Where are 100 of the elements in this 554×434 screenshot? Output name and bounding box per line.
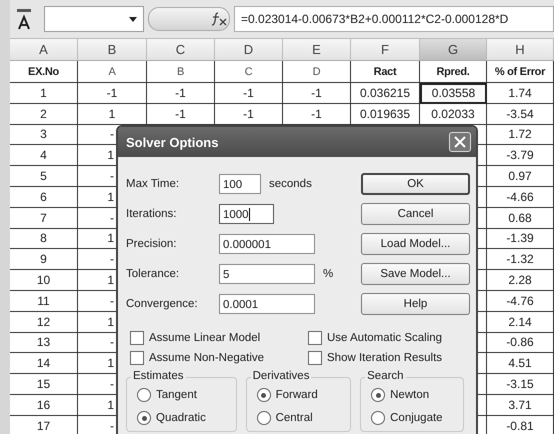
radio-button[interactable] (256, 388, 271, 402)
dialog-button[interactable]: Cancel (361, 203, 470, 225)
table-cell: - (110, 210, 114, 225)
fx-icon[interactable] (211, 12, 227, 26)
table-cell: -1 (215, 83, 283, 104)
unit-label: % (323, 268, 334, 280)
table-cell: 1 (107, 273, 114, 288)
table-cell: -4.66 (487, 186, 554, 208)
radio-button[interactable] (256, 411, 271, 425)
table-cell: - (110, 252, 114, 266)
table-cell: 2.14 (487, 312, 554, 333)
radio-label[interactable]: Tangent (156, 389, 197, 401)
table-header: D (283, 61, 351, 83)
table-cell: 17 (10, 416, 78, 434)
input-field[interactable]: 0.000001 (219, 234, 315, 254)
column-header[interactable]: H (487, 39, 554, 61)
checkbox[interactable] (130, 331, 144, 345)
table-cell: 1.74 (487, 83, 554, 104)
input-field[interactable]: 1000 (219, 204, 274, 224)
table-cell: 13 (10, 332, 78, 354)
radio-label[interactable]: Quadratic (156, 412, 206, 424)
column-header[interactable]: E (283, 39, 351, 61)
table-cell: 0.68 (487, 208, 554, 229)
table-cell: 1 (107, 314, 114, 329)
checkbox[interactable] (308, 331, 322, 345)
table-cell: -4.76 (487, 290, 554, 312)
input-field[interactable]: 5 (219, 264, 315, 284)
table-cell: - (110, 335, 114, 350)
table-cell: -1 (147, 83, 215, 104)
table-cell: 0.97 (487, 166, 554, 187)
column-header[interactable]: A (10, 39, 78, 61)
radio-button[interactable] (137, 388, 151, 402)
table-cell: 1 (107, 356, 114, 370)
table-cell: -3.54 (487, 104, 554, 125)
table-cell: 12 (10, 312, 78, 333)
field-label: Precision: (126, 238, 178, 250)
table-cell: -1 (78, 83, 147, 104)
table-cell: 6 (10, 186, 78, 208)
table-cell: - (110, 169, 114, 184)
table-cell: 15 (10, 374, 78, 395)
table-cell: - (110, 127, 114, 142)
table-cell: 2 (10, 104, 78, 125)
radio-button[interactable] (371, 411, 386, 425)
field-label: Max Time: (126, 178, 180, 190)
table-cell: -3.15 (487, 374, 554, 395)
table-cell: 10 (10, 270, 78, 291)
close-button[interactable] (449, 132, 471, 152)
table-cell: - (110, 377, 114, 392)
table-header: C (215, 61, 283, 83)
column-header[interactable]: B (78, 39, 147, 61)
unit-label: seconds (269, 178, 312, 190)
table-cell: 1 (10, 83, 78, 104)
dialog-button[interactable]: Help (361, 293, 470, 315)
table-cell: 2.28 (487, 270, 554, 291)
column-header[interactable]: F (351, 39, 420, 61)
table-cell: - (110, 418, 114, 433)
table-cell: -0.81 (487, 416, 554, 434)
dropdown-arrow-icon[interactable] (129, 17, 137, 22)
dialog-title: Solver Options (126, 134, 218, 150)
input-field[interactable]: 100 (219, 174, 261, 194)
table-cell: 9 (10, 249, 78, 270)
checkbox[interactable] (308, 351, 322, 365)
dialog-button[interactable]: OK (361, 173, 470, 195)
checkbox-label[interactable]: Use Automatic Scaling (327, 332, 442, 344)
radio-label[interactable]: Conjugate (390, 412, 443, 424)
table-cell: -3.79 (487, 145, 554, 166)
field-label: Convergence: (126, 298, 199, 310)
table-cell: 1.72 (487, 124, 554, 146)
checkbox-label[interactable]: Assume Non-Negative (149, 352, 264, 364)
table-header: A (78, 61, 147, 83)
checkbox-label[interactable]: Assume Linear Model (149, 332, 260, 344)
table-cell: 1 (107, 148, 114, 162)
table-cell: 8 (10, 228, 78, 250)
table-cell: 1 (107, 231, 114, 246)
dialog-button[interactable]: Load Model... (361, 233, 470, 255)
column-header[interactable]: C (147, 39, 215, 61)
table-cell: -1.39 (487, 228, 554, 250)
radio-label[interactable]: Central (276, 412, 313, 424)
radio-button[interactable] (137, 411, 151, 425)
group-title: Derivatives (250, 370, 312, 382)
input-field[interactable]: 0.0001 (219, 294, 315, 314)
group-title: Estimates (131, 370, 186, 382)
column-header[interactable]: G (420, 39, 487, 61)
dialog-button[interactable]: Save Model... (361, 263, 470, 285)
radio-label[interactable]: Newton (390, 389, 430, 401)
table-header: B (147, 61, 215, 83)
checkbox[interactable] (130, 351, 144, 365)
group-title: Search (365, 370, 406, 382)
formula-field[interactable]: =0.023014-0.00673*B2+0.000112*C2-0.000128*D (234, 6, 554, 32)
table-header: EX.No (10, 61, 78, 83)
field-label: Iterations: (126, 208, 178, 220)
table-cell: 0.03558 (420, 83, 487, 104)
column-header[interactable]: D (215, 39, 283, 61)
table-cell: -1.32 (487, 249, 554, 270)
table-cell: 14 (10, 353, 78, 374)
radio-button[interactable] (371, 388, 386, 402)
radio-label[interactable]: Forward (276, 389, 318, 401)
checkbox-label[interactable]: Show Iteration Results (327, 352, 442, 364)
table-header: Ract (351, 61, 420, 83)
close-icon[interactable] (454, 136, 466, 148)
